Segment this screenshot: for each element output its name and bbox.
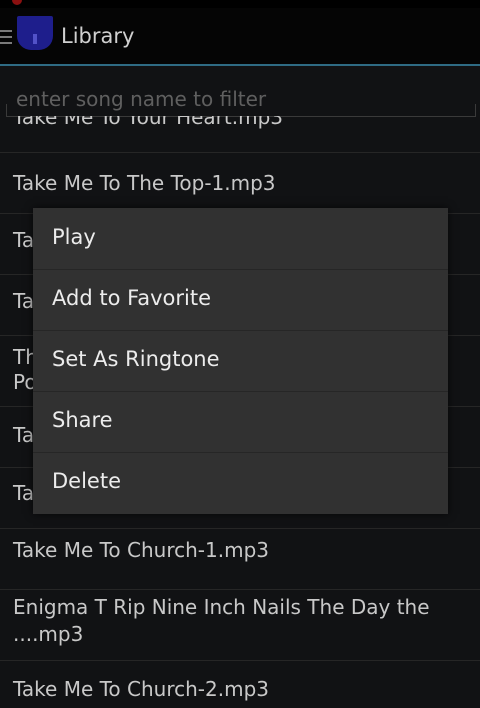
list-item[interactable]: Take Me To Your Heart.mp3: [0, 116, 480, 153]
song-title: Take Me To Church-1.mp3: [13, 538, 269, 562]
song-title: Enigma T Rip Nine Inch Nails The Day the…: [13, 595, 430, 646]
context-menu: Play Add to Favorite Set As Ringtone Sha…: [33, 208, 448, 514]
library-app-icon[interactable]: [17, 16, 53, 50]
song-title: Take Me To Your Heart.mp3: [13, 116, 283, 129]
status-notification-icon: [12, 0, 22, 5]
list-item[interactable]: Take Me To Church-2.mp3: [0, 661, 480, 708]
menu-item-label: Delete: [52, 469, 121, 493]
page-title: Library: [61, 24, 135, 48]
menu-item-play[interactable]: Play: [33, 208, 448, 270]
search-box: [6, 76, 476, 117]
list-item[interactable]: Take Me To The Top-1.mp3: [0, 153, 480, 214]
menu-item-label: Set As Ringtone: [52, 347, 220, 371]
header-divider: [0, 64, 480, 66]
menu-item-label: Play: [52, 225, 96, 249]
menu-item-delete[interactable]: Delete: [33, 452, 448, 513]
menu-item-label: Add to Favorite: [52, 286, 212, 310]
status-strip: [0, 0, 480, 8]
search-edge-left: [6, 104, 7, 116]
menu-item-set-as-ringtone[interactable]: Set As Ringtone: [33, 330, 448, 392]
song-title: Take Me To Church-2.mp3: [13, 677, 269, 701]
search-input[interactable]: [14, 84, 468, 114]
menu-item-add-to-favorite[interactable]: Add to Favorite: [33, 269, 448, 331]
menu-item-share[interactable]: Share: [33, 391, 448, 453]
action-bar: Library: [0, 0, 480, 66]
menu-item-label: Share: [52, 408, 113, 432]
song-title: Take Me To The Top-1.mp3: [13, 171, 276, 195]
list-item[interactable]: Take Me To Church-1.mp3: [0, 529, 480, 590]
hamburger-icon[interactable]: [0, 30, 12, 44]
list-item[interactable]: Enigma T Rip Nine Inch Nails The Day the…: [0, 590, 480, 661]
search-edge-right: [475, 104, 476, 116]
